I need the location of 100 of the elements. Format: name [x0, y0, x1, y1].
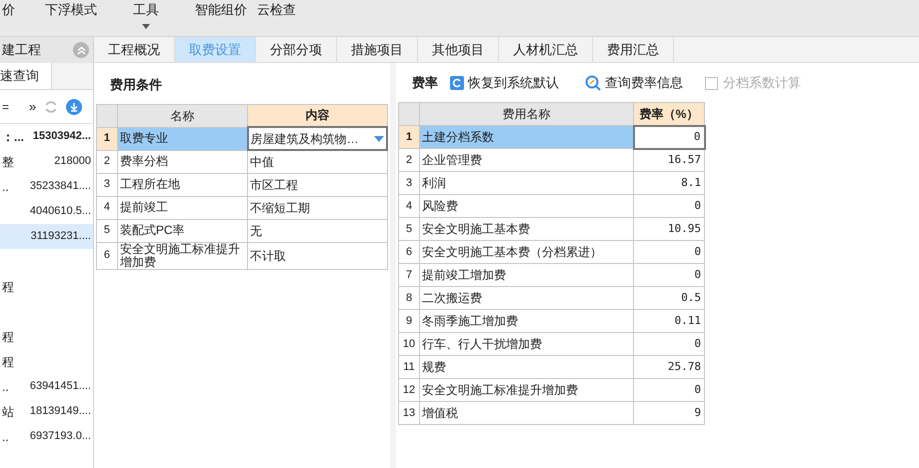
sidebar-row-label: ：...: [2, 128, 24, 146]
table-row[interactable]: 6 安全文明施工基本费（分档累进） 0: [398, 240, 704, 264]
toolbar-button[interactable]: 智能组价: [195, 2, 247, 18]
table-cell: 0.11: [634, 310, 704, 332]
sidebar-row-label: 站: [2, 404, 14, 420]
row-number: 13: [398, 402, 420, 424]
toolbar-button[interactable]: 云检查: [257, 2, 296, 18]
table-cell: 安全文明施工标准提升增加费: [420, 378, 634, 402]
table-row[interactable]: 9 冬雨季施工增加费 0.11: [398, 310, 704, 332]
row-number: 8: [398, 286, 420, 310]
sidebar-title: 建工程: [2, 41, 41, 60]
sidebar-row[interactable]: 31193231....: [0, 224, 93, 249]
table-row[interactable]: 2 费率分档 中值: [96, 150, 387, 173]
table-cell: 0.5: [634, 286, 704, 310]
sidebar-row[interactable]: 程: [0, 349, 93, 374]
table-cell: 无: [248, 219, 387, 242]
tab[interactable]: 人材机汇总: [499, 37, 593, 62]
sidebar-row-label: ..: [2, 178, 9, 196]
table-row[interactable]: 4 提前竣工 不缩短工期: [96, 196, 387, 219]
toolbar-button[interactable]: 工具: [133, 2, 159, 29]
table-row[interactable]: 1 取费专业 房屋建筑及构筑物…: [96, 127, 387, 150]
row-number: 4: [398, 194, 420, 218]
toolbar-button[interactable]: 下浮模式: [45, 2, 97, 18]
sidebar-row[interactable]: 整 218000: [0, 149, 93, 174]
row-number: 5: [398, 218, 420, 240]
download-icon[interactable]: [66, 98, 82, 114]
query-rate-button[interactable]: 查询费率信息: [585, 73, 683, 93]
sidebar-row[interactable]: .. 35233841....: [0, 174, 93, 199]
table-row[interactable]: 12 安全文明施工标准提升增加费 0: [398, 378, 704, 402]
sidebar-row-value: 15303942...: [32, 129, 91, 144]
table-cell: 16.57: [634, 148, 704, 172]
sidebar-row[interactable]: 程: [0, 299, 93, 349]
table-cell: 提前竣工增加费: [420, 264, 634, 286]
refresh-icon[interactable]: [44, 100, 58, 114]
table-row[interactable]: 1 土建分档系数 0: [398, 126, 704, 148]
table-row[interactable]: 3 利润 8.1: [398, 172, 704, 194]
table-cell: 8.1: [634, 172, 704, 194]
row-number: 5: [96, 219, 118, 242]
table-cell: 10.95: [634, 218, 704, 240]
table-cell: 0: [634, 194, 704, 218]
table-row[interactable]: 13 增值税 9: [398, 402, 704, 424]
table-row[interactable]: 5 装配式PC率 无: [96, 219, 387, 242]
table-cell: 0: [634, 378, 704, 402]
sidebar-row-value: 35233841....: [30, 179, 91, 194]
sidebar-row[interactable]: 4040610.5...: [0, 199, 93, 224]
sidebar-row[interactable]: .. 6937193.0...: [0, 424, 93, 449]
dropdown-field[interactable]: 房屋建筑及构筑物…: [248, 127, 387, 150]
table-row[interactable]: 4 风险费 0: [398, 194, 704, 218]
sidebar-row-label: 程: [2, 278, 14, 296]
row-number: 9: [398, 310, 420, 332]
column-header: 费率（%）: [634, 102, 704, 126]
sidebar-row[interactable]: 程: [0, 249, 93, 299]
row-number: 2: [398, 148, 420, 172]
row-number: 7: [398, 264, 420, 286]
column-header: 内容: [248, 104, 387, 127]
column-header: 名称: [117, 104, 248, 127]
table-cell: 中值: [248, 150, 387, 173]
table-row[interactable]: 8 二次搬运费 0.5: [398, 286, 704, 310]
table-cell: 不缩短工期: [248, 196, 387, 219]
tab[interactable]: 费用汇总: [593, 37, 674, 62]
table-row[interactable]: 5 安全文明施工基本费 10.95: [398, 218, 704, 240]
tab[interactable]: 分部分项: [256, 37, 337, 62]
sidebar-row[interactable]: ：... 15303942...: [0, 124, 93, 149]
table-row[interactable]: 10 行车、行人干扰增加费 0: [398, 332, 704, 356]
sidebar-row-label: 程: [2, 328, 14, 346]
collapse-button[interactable]: [73, 42, 89, 58]
table-cell: 9: [634, 402, 704, 424]
table-cell: 行车、行人干扰增加费: [420, 332, 634, 356]
restore-default-button[interactable]: 恢复到系统默认: [450, 73, 559, 93]
more-button[interactable]: »: [29, 96, 36, 116]
table-row[interactable]: 2 企业管理费 16.57: [398, 148, 704, 172]
tab[interactable]: 措施项目: [337, 37, 418, 62]
tab[interactable]: 其他项目: [418, 37, 499, 62]
row-number: 12: [398, 378, 420, 402]
sidebar-filter-text: =: [2, 98, 10, 116]
table-cell: 市区工程: [248, 173, 387, 196]
table-cell: 提前竣工: [117, 196, 248, 219]
sidebar-row-label: 程: [2, 354, 14, 370]
row-number: 6: [96, 242, 118, 269]
sidebar-row-value: 63941451....: [30, 379, 91, 394]
panel-title: 费用条件: [110, 76, 163, 94]
table-cell: 安全文明施工基本费（分档累进）: [420, 240, 634, 264]
table-cell: 0: [634, 332, 704, 356]
caret-icon: [374, 136, 384, 142]
table-row[interactable]: 7 提前竣工增加费 0: [398, 264, 704, 286]
table-row[interactable]: 11 规费 25.78: [398, 356, 704, 378]
table-cell: 利润: [420, 172, 634, 194]
table-cell: 费率分档: [117, 150, 248, 173]
toolbar-button[interactable]: 价: [2, 2, 15, 18]
sidebar-tab[interactable]: 速查询: [0, 63, 52, 89]
sidebar-row[interactable]: 站 18139149....: [0, 399, 93, 424]
magnifier-percent-icon: [585, 75, 601, 91]
table-row[interactable]: 3 工程所在地 市区工程: [96, 173, 387, 196]
sidebar-row-label: ..: [2, 428, 9, 446]
reset-icon: [450, 76, 464, 90]
row-number: 10: [398, 332, 420, 356]
table-cell: 规费: [420, 356, 634, 378]
sidebar-row[interactable]: .. 63941451....: [0, 374, 93, 399]
sidebar-row-value: 6937193.0...: [30, 429, 91, 444]
row-number: 11: [398, 356, 420, 378]
